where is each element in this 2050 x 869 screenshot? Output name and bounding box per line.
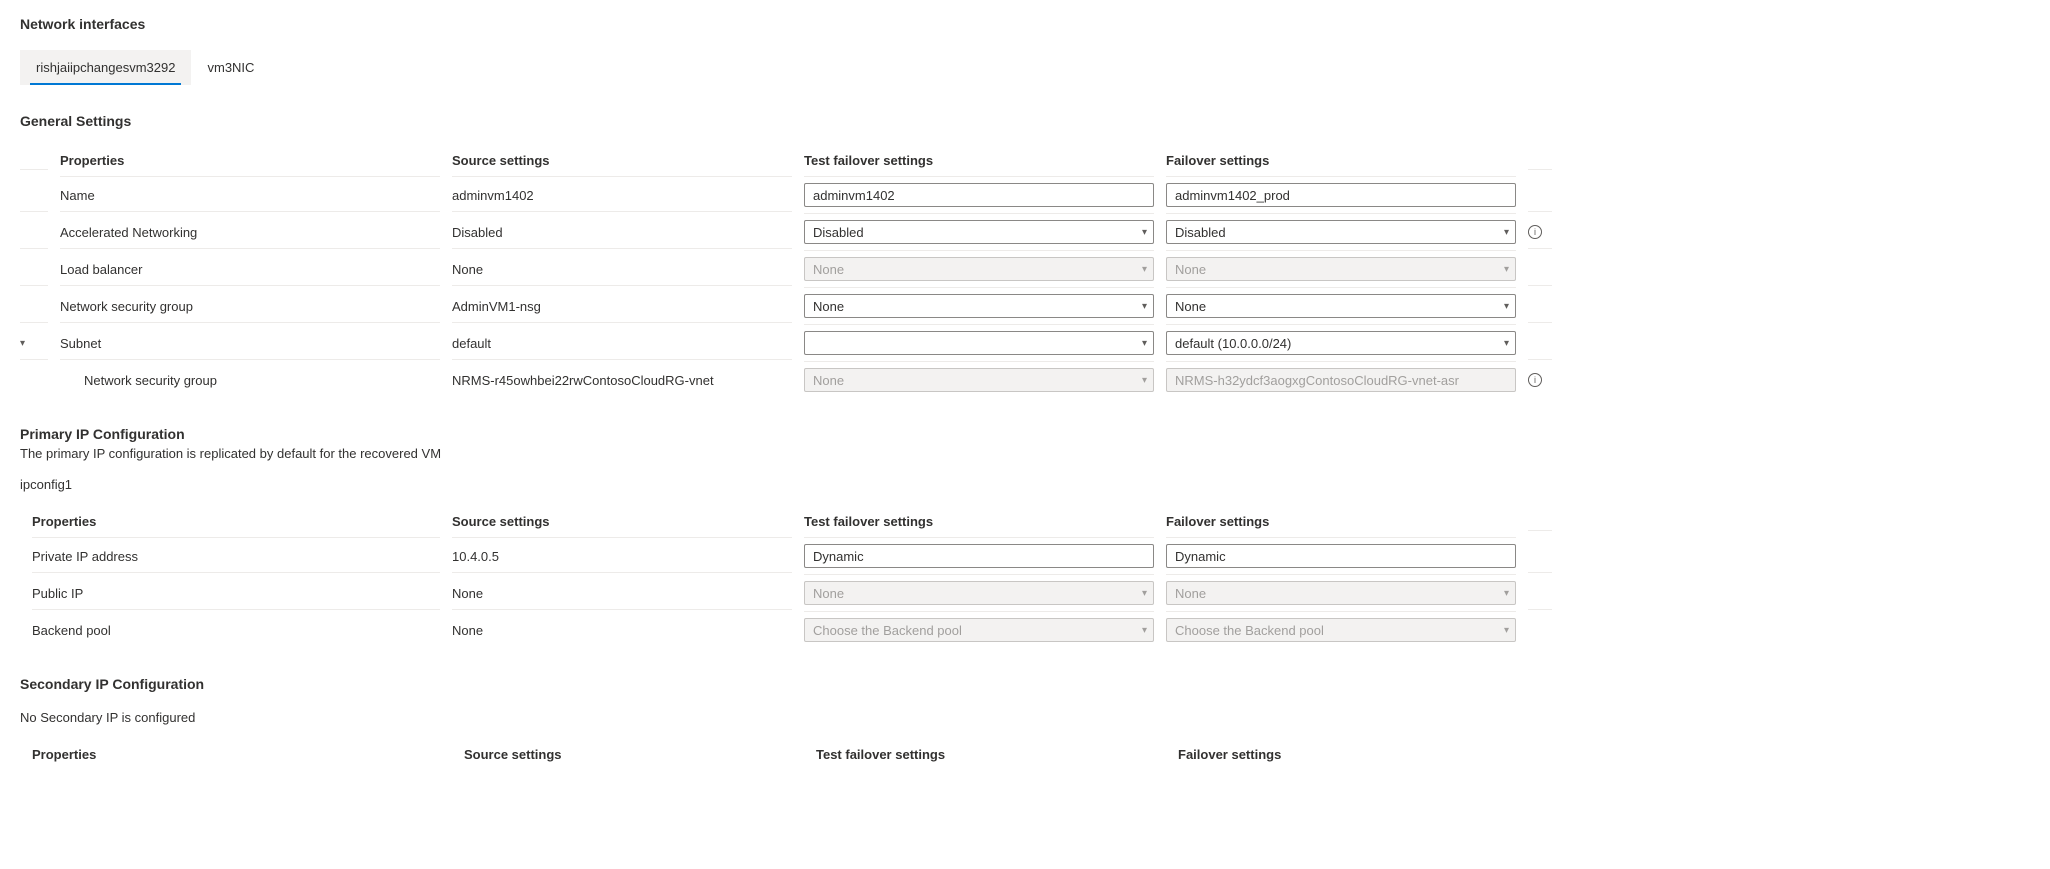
chevron-down-icon: ▾: [1504, 625, 1509, 636]
row-accel-label: Accelerated Networking: [60, 217, 440, 249]
row-backend-source: None: [452, 614, 792, 646]
privateip-failover-input[interactable]: [1166, 544, 1516, 568]
expand-icon[interactable]: ▾: [20, 338, 34, 349]
backend-test-value: Choose the Backend pool: [813, 623, 962, 638]
row-privateip-label: Private IP address: [32, 541, 440, 573]
row-publicip-label: Public IP: [32, 578, 440, 610]
page-title: Network interfaces: [20, 16, 2030, 32]
nsg-failover-select[interactable]: None ▾: [1166, 294, 1516, 318]
subnet-failover-value: default (10.0.0.0/24): [1175, 336, 1291, 351]
s-col-test: Test failover settings: [816, 737, 1166, 770]
lb-failover-value: None: [1175, 262, 1206, 277]
chevron-down-icon: ▾: [1504, 588, 1509, 599]
tab-nic-0[interactable]: rishjaiipchangesvm3292: [20, 50, 191, 85]
lb-test-select: None ▾: [804, 257, 1154, 281]
row-name-label: Name: [60, 180, 440, 212]
nsg-test-value: None: [813, 299, 844, 314]
row-backend-label: Backend pool: [32, 614, 440, 646]
chevron-down-icon: ▾: [1504, 264, 1509, 275]
p-col-test: Test failover settings: [804, 504, 1154, 538]
chevron-down-icon: ▾: [1142, 375, 1147, 386]
chevron-down-icon: ▾: [1142, 227, 1147, 238]
subnet-failover-select[interactable]: default (10.0.0.0/24) ▾: [1166, 331, 1516, 355]
nsg-test-select[interactable]: None ▾: [804, 294, 1154, 318]
chevron-down-icon: ▾: [1142, 338, 1147, 349]
secondary-ip-title: Secondary IP Configuration: [20, 676, 2030, 692]
chevron-down-icon: ▾: [1142, 625, 1147, 636]
chevron-down-icon: ▾: [1142, 264, 1147, 275]
row-subnsg-label: Network security group: [60, 364, 440, 396]
subnsg-test-select: None ▾: [804, 368, 1154, 392]
nsg-failover-value: None: [1175, 299, 1206, 314]
lb-failover-select: None ▾: [1166, 257, 1516, 281]
row-lb-source: None: [452, 254, 792, 286]
general-table: Properties Source settings Test failover…: [20, 143, 2030, 398]
subnsg-failover-display: NRMS-h32ydcf3aogxgContosoCloudRG-vnet-as…: [1166, 368, 1516, 392]
accel-failover-select[interactable]: Disabled ▾: [1166, 220, 1516, 244]
accel-test-value: Disabled: [813, 225, 864, 240]
p-col-failover: Failover settings: [1166, 504, 1516, 538]
accel-failover-value: Disabled: [1175, 225, 1226, 240]
info-icon[interactable]: i: [1528, 225, 1542, 239]
chevron-down-icon: ▾: [1142, 588, 1147, 599]
primary-table: Properties Source settings Test failover…: [32, 504, 2030, 648]
accel-test-select[interactable]: Disabled ▾: [804, 220, 1154, 244]
lb-test-value: None: [813, 262, 844, 277]
p-col-source: Source settings: [452, 504, 792, 538]
col-properties: Properties: [60, 143, 440, 177]
name-failover-input[interactable]: [1166, 183, 1516, 207]
subnet-test-select[interactable]: ▾: [804, 331, 1154, 355]
row-subnet-source: default: [452, 328, 792, 360]
p-col-properties: Properties: [32, 504, 440, 538]
publicip-test-select: None ▾: [804, 581, 1154, 605]
row-lb-label: Load balancer: [60, 254, 440, 286]
general-settings-title: General Settings: [20, 113, 2030, 129]
s-col-properties: Properties: [32, 737, 452, 770]
s-col-source: Source settings: [464, 737, 804, 770]
row-subnsg-source: NRMS-r45owhbei22rwContosoCloudRG-vnet: [452, 364, 792, 396]
primary-ip-desc: The primary IP configuration is replicat…: [20, 446, 2030, 461]
row-subnet-label: Subnet: [60, 328, 440, 360]
subnsg-test-value: None: [813, 373, 844, 388]
s-col-failover: Failover settings: [1178, 737, 1528, 770]
chevron-down-icon: ▾: [1504, 301, 1509, 312]
row-publicip-source: None: [452, 578, 792, 610]
col-failover: Failover settings: [1166, 143, 1516, 177]
row-nsg-source: AdminVM1-nsg: [452, 291, 792, 323]
publicip-test-value: None: [813, 586, 844, 601]
backend-test-select: Choose the Backend pool ▾: [804, 618, 1154, 642]
row-accel-source: Disabled: [452, 217, 792, 249]
row-name-source: adminvm1402: [452, 180, 792, 212]
primary-ip-title: Primary IP Configuration: [20, 426, 2030, 442]
publicip-failover-value: None: [1175, 586, 1206, 601]
row-nsg-label: Network security group: [60, 291, 440, 323]
secondary-ip-msg: No Secondary IP is configured: [20, 710, 2030, 725]
row-privateip-source: 10.4.0.5: [452, 541, 792, 573]
secondary-table: Properties Source settings Test failover…: [32, 737, 2030, 770]
col-test-failover: Test failover settings: [804, 143, 1154, 177]
backend-failover-select: Choose the Backend pool ▾: [1166, 618, 1516, 642]
primary-ip-name: ipconfig1: [20, 477, 2030, 492]
chevron-down-icon: ▾: [1504, 227, 1509, 238]
chevron-down-icon: ▾: [1142, 301, 1147, 312]
col-source: Source settings: [452, 143, 792, 177]
chevron-down-icon: ▾: [1504, 338, 1509, 349]
backend-failover-value: Choose the Backend pool: [1175, 623, 1324, 638]
publicip-failover-select: None ▾: [1166, 581, 1516, 605]
tab-nic-1[interactable]: vm3NIC: [191, 50, 270, 85]
name-test-input[interactable]: [804, 183, 1154, 207]
nic-tabs: rishjaiipchangesvm3292 vm3NIC: [20, 50, 2030, 85]
info-icon[interactable]: i: [1528, 373, 1542, 387]
privateip-test-input[interactable]: [804, 544, 1154, 568]
